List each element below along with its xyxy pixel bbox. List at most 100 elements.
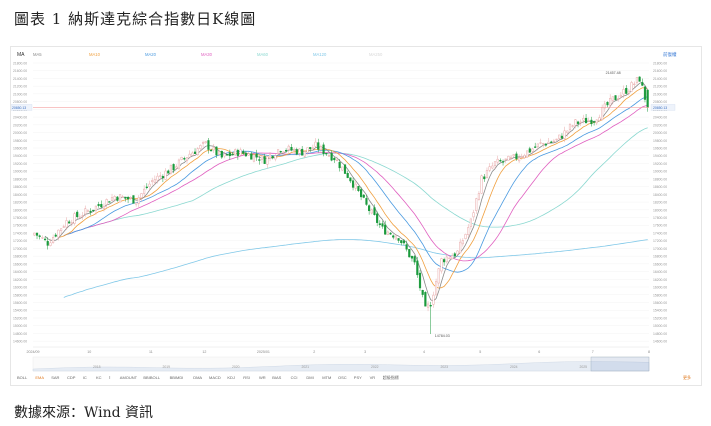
y-tick-label-right: 15600.00 <box>653 301 667 305</box>
candle <box>400 240 403 244</box>
y-tick-label-right: 17400.00 <box>653 231 667 235</box>
candle <box>116 196 119 201</box>
candle <box>343 164 347 174</box>
candle <box>285 150 288 152</box>
candle <box>268 154 272 159</box>
candle <box>191 152 194 156</box>
timeline-selection[interactable] <box>590 356 650 372</box>
indicator-tab[interactable]: PSY <box>354 375 362 380</box>
indicator-tab[interactable]: DMI <box>306 375 313 380</box>
candle <box>555 138 558 141</box>
x-tick-label: 5 <box>479 350 481 354</box>
candle <box>236 149 239 156</box>
y-tick-label-right: 19400.00 <box>653 154 667 158</box>
candle <box>542 143 545 145</box>
ma-legend-ma30[interactable]: MA30 <box>201 52 213 57</box>
ma-toggle[interactable]: MA <box>17 52 25 58</box>
indicator-tab[interactable]: CDP <box>67 375 76 380</box>
x-tick-label: 7 <box>592 350 594 354</box>
candle <box>499 160 502 162</box>
candle <box>501 161 505 163</box>
y-tick-label-left: 15200.00 <box>13 316 27 320</box>
candle <box>43 238 47 241</box>
indicator-tab[interactable]: MTM <box>322 375 331 380</box>
timeline-year-label: 2020 <box>232 365 240 369</box>
candle <box>92 209 95 212</box>
candle <box>282 151 285 153</box>
candle <box>362 194 365 198</box>
y-tick-label-right: 15400.00 <box>653 309 667 313</box>
indicator-tab[interactable]: KC <box>96 375 102 380</box>
indicator-tab[interactable]: Ⅰ <box>109 375 110 380</box>
ma-legend-ma120[interactable]: MA120 <box>313 52 327 57</box>
candle <box>164 170 167 180</box>
candle <box>314 141 317 147</box>
y-tick-label-right: 19800.00 <box>653 139 667 143</box>
candle <box>145 186 148 188</box>
indicator-tab[interactable]: DMA <box>193 375 202 380</box>
ma-legend-ma60[interactable]: MA60 <box>257 52 269 57</box>
candle <box>443 259 446 263</box>
ma-legend-ma10[interactable]: MA10 <box>89 52 101 57</box>
indicator-tab[interactable]: SAR <box>51 375 59 380</box>
candle <box>327 155 331 157</box>
x-tick-label: 2024/09 <box>27 350 40 354</box>
indicator-tab[interactable]: RSI <box>243 375 250 380</box>
ma-legend-ma20[interactable]: MA20 <box>145 52 157 57</box>
indicator-tab[interactable]: IC <box>83 375 87 380</box>
indicator-tab[interactable]: VR <box>370 375 376 380</box>
candle <box>183 158 186 160</box>
candle <box>210 149 213 152</box>
candle <box>38 235 41 237</box>
candlestick-chart[interactable]: MA MA5 MA10 MA20 MA30 MA60 MA120 MA250 前復權 14600.… <box>10 47 701 385</box>
candle <box>418 272 422 289</box>
candle <box>643 86 647 100</box>
candle <box>62 226 65 228</box>
y-tick-label-right: 17000.00 <box>653 247 667 251</box>
candle <box>598 117 601 121</box>
indicator-tab[interactable]: WR <box>259 375 266 380</box>
candle <box>84 208 87 215</box>
indicator-tab[interactable]: BOLL <box>17 375 28 380</box>
indicator-tab[interactable]: KDJ <box>227 375 235 380</box>
indicator-tab[interactable]: OSC <box>338 375 347 380</box>
candle <box>169 164 173 174</box>
candle <box>199 145 202 149</box>
y-tick-label-right: 18000.00 <box>653 208 667 212</box>
candle <box>405 244 408 250</box>
candle <box>571 125 574 127</box>
indicator-tab[interactable]: BIAS <box>272 375 281 380</box>
candle <box>322 144 325 155</box>
candle <box>467 227 470 235</box>
candle <box>531 148 534 152</box>
y-tick-label-left: 15800.00 <box>13 293 27 297</box>
x-tick-label: 3 <box>364 350 366 354</box>
y-tick-label-left: 15400.00 <box>13 309 27 313</box>
more-indicators-button[interactable]: 更多 <box>683 374 691 380</box>
adjust-mode-label[interactable]: 前復權 <box>663 51 677 58</box>
candle <box>86 210 89 212</box>
indicator-tab[interactable]: AMOUNT <box>120 375 138 380</box>
candle <box>619 94 622 98</box>
y-tick-label-right: 19000.00 <box>653 170 667 174</box>
indicator-tab[interactable]: MACD <box>209 375 221 380</box>
ma-legend-ma5[interactable]: MA5 <box>33 52 42 57</box>
candle <box>335 159 339 162</box>
indicator-tab[interactable]: 超級指標 <box>383 374 399 380</box>
candle <box>579 121 582 124</box>
indicator-tab[interactable]: EMA <box>35 375 44 380</box>
indicator-tab[interactable]: BBIMDI <box>170 375 184 380</box>
candle <box>255 153 258 158</box>
candle <box>354 183 357 189</box>
candle <box>102 206 106 209</box>
candle <box>493 161 497 167</box>
y-tick-label-right: 16000.00 <box>653 286 667 290</box>
candle <box>633 83 636 86</box>
candle <box>582 117 585 121</box>
candle <box>118 194 122 203</box>
ma-legend-ma250[interactable]: MA250 <box>369 52 383 57</box>
indicator-tab[interactable]: CCI <box>291 375 298 380</box>
candle <box>440 258 443 272</box>
indicator-tab[interactable]: BBIBOLL <box>143 375 160 380</box>
candle <box>386 231 389 235</box>
